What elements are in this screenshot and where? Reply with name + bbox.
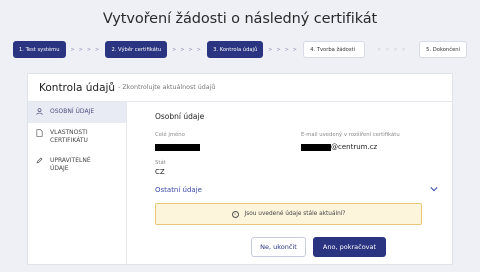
alert-text: Jsou uvedené údaje stále aktuální? (244, 211, 346, 217)
step-separator: > > > > (70, 46, 101, 53)
card-title: Kontrola údajů (39, 81, 116, 94)
pencil-icon (36, 157, 45, 166)
sidebar-item-vlastnosti-certifikatu[interactable]: VLASTNOSTI CERTIFIKÁTU (28, 123, 126, 151)
other-details-link[interactable]: Ostatní údaje (155, 186, 202, 194)
step-separator: > > > > (268, 46, 299, 53)
step-separator: > > > > (172, 46, 203, 53)
full-name-label: Celé jméno (155, 132, 185, 138)
confirmation-alert: i Jsou uvedené údaje stále aktuální? (155, 203, 422, 225)
card-subtitle: - Zkontrolujte aktuálnost údajů (118, 84, 216, 91)
section-title: Osobní údaje (155, 112, 205, 121)
country-label: Stát (155, 160, 166, 166)
step-kontrola-udaju: 3. Kontrola údajů (207, 41, 264, 58)
email-label: E-mail uvedený v rozšíření certifikátu (301, 132, 400, 138)
sidebar-item-osobni-udaje[interactable]: OSOBNÍ ÚDAJE (28, 102, 126, 123)
sidebar-item-label: VLASTNOSTI CERTIFIKÁTU (50, 129, 88, 144)
sidebar-item-upravitelne-udaje[interactable]: UPRAVITELNÉ ÚDAJE (28, 151, 126, 179)
step-tvorba-zadosti: 4. Tvorba žádosti (303, 41, 366, 58)
page-title: Vytvoření žádosti o následný certifikát (102, 11, 378, 27)
card-header: Kontrola údajů - Zkontrolujte aktuálnost… (28, 74, 452, 102)
document-icon (36, 129, 45, 139)
sidebar: OSOBNÍ ÚDAJE VLASTNOSTI CERTIFIKÁTU UPRA… (28, 102, 127, 264)
step-vyber-certifikatu: 2. Výběr certifikátu (105, 41, 168, 58)
step-dokonceni: 5. Dokončení (419, 41, 467, 58)
redacted-email (301, 144, 331, 151)
wizard-steps: 1. Test systému > > > > 2. Výběr certifi… (13, 41, 467, 58)
person-icon (36, 108, 45, 117)
sidebar-item-label: UPRAVITELNÉ ÚDAJE (50, 157, 91, 172)
email-domain: @centrum.cz (331, 143, 378, 151)
other-details-toggle[interactable]: Ostatní údaje (155, 184, 438, 196)
step-test-systemu: 1. Test systému (13, 41, 66, 58)
step-separator: > > > > (377, 46, 408, 53)
review-card: Kontrola údajů - Zkontrolujte aktuálnost… (27, 73, 453, 265)
chevron-down-icon[interactable] (430, 185, 438, 195)
country-value: CZ (155, 168, 165, 176)
info-icon: i (231, 210, 239, 218)
no-end-button[interactable]: Ne, ukončit (251, 237, 306, 257)
redacted-name (155, 144, 200, 151)
sidebar-item-label: OSOBNÍ ÚDAJE (50, 108, 95, 115)
yes-continue-button[interactable]: Ano, pokračovat (313, 237, 386, 257)
main-panel: Osobní údaje Celé jméno E-mail uvedený v… (127, 102, 452, 264)
